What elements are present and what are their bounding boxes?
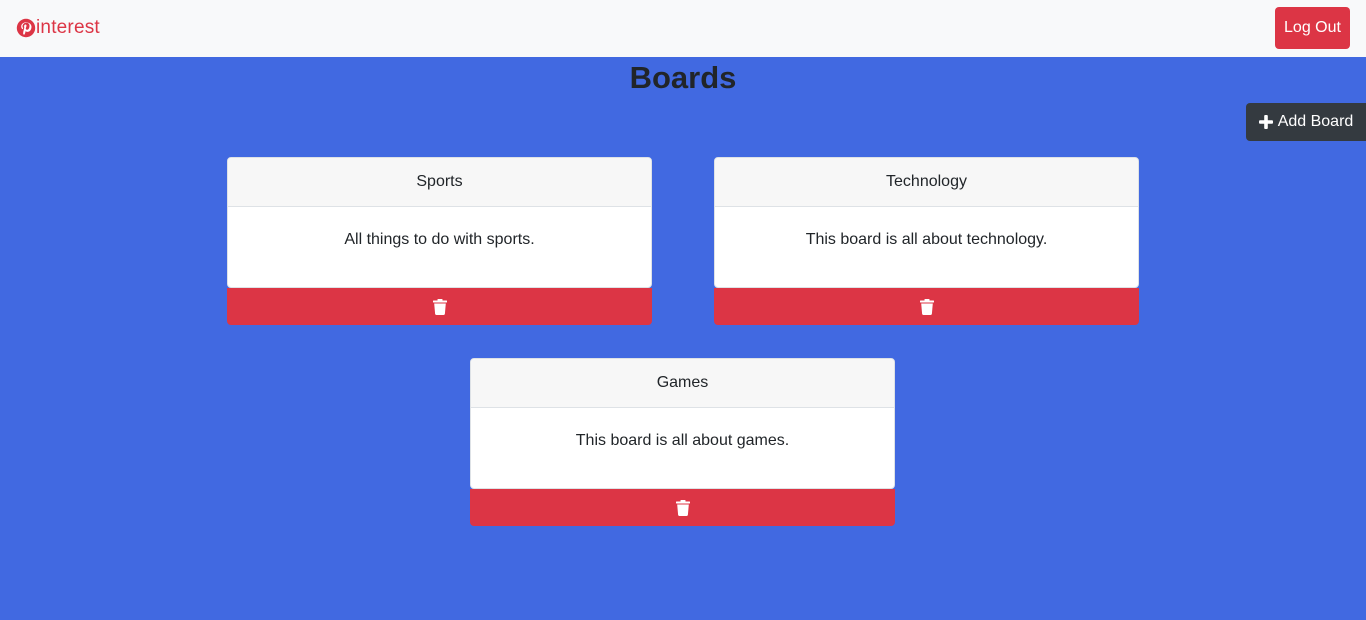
plus-icon — [1258, 115, 1273, 129]
board-card: Technology This board is all about techn… — [714, 157, 1139, 325]
navbar: interest Log Out — [0, 0, 1366, 57]
delete-board-button[interactable] — [470, 489, 895, 526]
delete-board-button[interactable] — [227, 288, 652, 325]
board-name[interactable]: Sports — [228, 158, 651, 207]
pinterest-logo-icon — [16, 18, 36, 38]
logout-button[interactable]: Log Out — [1275, 7, 1350, 49]
board-description: This board is all about technology. — [805, 231, 1048, 248]
board-description: All things to do with sports. — [344, 231, 535, 248]
board-name[interactable]: Technology — [715, 158, 1138, 207]
board-card: Sports All things to do with sports. — [227, 157, 652, 325]
brand-text: interest — [36, 17, 100, 38]
trash-icon — [432, 298, 447, 315]
trash-icon — [919, 298, 934, 315]
page-title: Boards — [629, 60, 737, 95]
trash-icon — [675, 499, 690, 516]
board-description: This board is all about games. — [575, 432, 790, 449]
board-name[interactable]: Games — [471, 359, 894, 408]
add-board-button[interactable]: Add Board — [1246, 103, 1366, 141]
delete-board-button[interactable] — [714, 288, 1139, 325]
brand-link[interactable]: interest — [16, 17, 100, 39]
add-board-label: Add Board — [1277, 113, 1354, 130]
board-card: Games This board is all about games. — [470, 358, 895, 526]
